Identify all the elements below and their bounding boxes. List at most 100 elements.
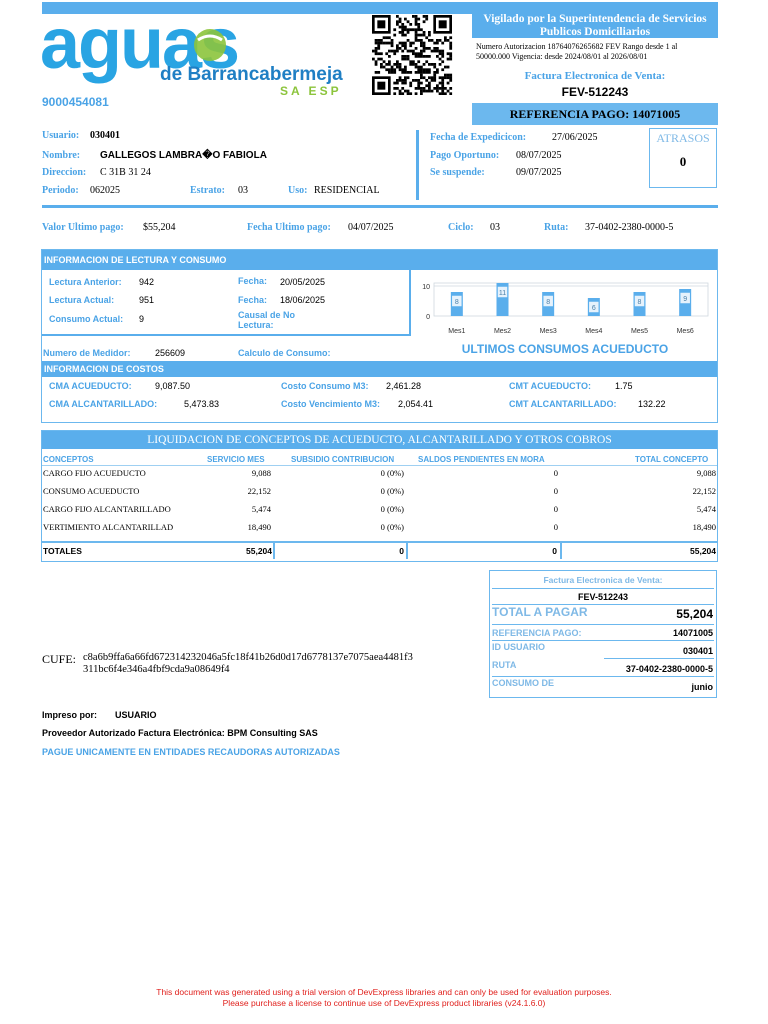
- direccion-label: Direccion:: [42, 167, 87, 178]
- dates-block: Fecha de Expedicicon: 27/06/2025 Pago Op…: [430, 130, 645, 190]
- table-cell: 0 (0%): [380, 486, 404, 496]
- authorization-text: Numero Autorizacion 18764076265682 FEV R…: [476, 42, 678, 61]
- chart-data-label: 8: [455, 299, 459, 306]
- id-value: 030401: [682, 646, 713, 656]
- consumo-de-label: CONSUMO DE: [492, 678, 555, 688]
- reference-text: REFERENCIA PAGO: 14071005: [509, 107, 681, 121]
- customer-info: Usuario: 030401 Nombre: GALLEGOS LAMBRA�…: [42, 130, 412, 204]
- qr-code: [367, 15, 457, 96]
- atrasos-box: ATRASOS 0: [649, 128, 717, 188]
- cma-alc-value: 5,473.83: [184, 399, 220, 409]
- chart-data-label: 11: [499, 290, 506, 297]
- calculo-label: Calculo de Consumo:: [238, 348, 331, 358]
- total-rule: [492, 624, 714, 625]
- estrato-value: 03: [238, 185, 248, 196]
- last-payment-row: Valor Ultimo pago: $55,204 Fecha Ultimo …: [42, 222, 718, 236]
- cufe-line2: 311bc6f4e346a4fbf9cda9a08649f4: [83, 664, 230, 675]
- reading-header-text: INFORMACION DE LECTURA Y CONSUMO: [44, 255, 227, 265]
- chart-xtick-label: Mes4: [585, 328, 602, 335]
- trial-notice-1: This document was generated using a tria…: [156, 987, 612, 997]
- col-conceptos: CONCEPTOS: [43, 455, 94, 464]
- table-cell: 5,474: [696, 504, 716, 514]
- cmt-acu-value: 1.75: [615, 381, 633, 391]
- ciclo-value: 03: [490, 222, 500, 233]
- chart-xtick-label: Mes1: [448, 328, 465, 335]
- costs-header: INFORMACION DE COSTOS: [42, 361, 717, 377]
- uso-value: RESIDENCIAL: [314, 185, 380, 196]
- supervision-box: Vigilado por la Superintendencia de Serv…: [472, 2, 718, 100]
- lectura-actual-value: 951: [139, 295, 155, 305]
- totals-subsidio: 0: [399, 546, 404, 556]
- ruta-value: 37-0402-2380-0000-5: [585, 222, 674, 233]
- estrato-label: Estrato:: [190, 185, 225, 196]
- table-row: CONSUMO ACUEDUCTO 22,152 0 (0%) 0 22,152: [42, 485, 717, 503]
- chart-data-label: 8: [638, 299, 642, 306]
- medidor-value: 256609: [155, 348, 186, 358]
- col-servicio: SERVICIO MES: [207, 455, 265, 464]
- col-subsidio: SUBSIDIO CONTRIBUCION: [291, 455, 395, 464]
- summary-invoice-rule: [492, 588, 714, 589]
- oportuno-value: 08/07/2025: [516, 150, 562, 161]
- direccion-value: C 31B 31 24: [100, 167, 151, 178]
- fecha2-label: Fecha:: [238, 295, 268, 305]
- table-cell: 0 (0%): [380, 522, 404, 532]
- total-label: TOTAL A PAGAR: [492, 605, 588, 619]
- liquidation-header: LIQUIDACION DE CONCEPTOS DE ACUEDUCTO, A…: [42, 431, 717, 449]
- id-label: ID USUARIO: [492, 642, 546, 652]
- chart-data-label: 9: [683, 296, 687, 303]
- atrasos-value: 0: [679, 154, 687, 169]
- table-cell: 0 (0%): [380, 468, 404, 478]
- chart-data-label: 8: [546, 299, 550, 306]
- ruta-rule: [492, 676, 714, 677]
- chart-frame: [433, 282, 709, 317]
- ref-rule: [492, 640, 714, 641]
- table-cell: CONSUMO ACUEDUCTO: [43, 486, 140, 496]
- totals-total: 55,204: [690, 546, 716, 556]
- cmt-acu-label: CMT ACUEDUCTO:: [509, 381, 591, 391]
- usuario-label: Usuario:: [42, 130, 80, 141]
- col-total: TOTAL CONCEPTO: [635, 455, 709, 464]
- table-cell: 5,474: [251, 504, 271, 514]
- chart-xtick-label: Mes2: [494, 328, 511, 335]
- usuario-value: 030401: [90, 130, 120, 141]
- cma-acu-value: 9,087.50: [155, 381, 191, 391]
- table-cell: 0 (0%): [380, 504, 404, 514]
- reading-chart-divider: [409, 270, 411, 336]
- totals-label: TOTALES: [43, 546, 82, 556]
- table-cell: 0: [553, 468, 558, 478]
- cma-acu-label: CMA ACUEDUCTO:: [49, 381, 132, 391]
- total-value: 55,204: [676, 607, 713, 621]
- suspende-value: 09/07/2025: [516, 167, 562, 178]
- ruta-summary-label: RUTA: [492, 660, 517, 670]
- costo-m3-label: Costo Consumo M3:: [281, 381, 369, 391]
- costs-header-text: INFORMACION DE COSTOS: [44, 364, 164, 374]
- divider-vertical: [416, 130, 419, 200]
- cma-alc-label: CMA ALCANTARILLADO:: [49, 399, 158, 409]
- table-cell: CARGO FIJO ALCANTARILLADO: [43, 504, 171, 514]
- atrasos-label: ATRASOS: [656, 131, 710, 145]
- cufe-line1: c8a6b9ffa6a66fd672314232046a5fc18f41b26d…: [83, 652, 413, 663]
- table-row: VERTIMIENTO ALCANTARILLAD 18,490 0 (0%) 0 18…: [42, 521, 717, 539]
- summary-invoice-number: FEV-512243: [577, 592, 629, 602]
- ref-label: REFERENCIA PAGO:: [492, 628, 582, 638]
- fecha-ultimo-label: Fecha Ultimo pago:: [247, 222, 331, 233]
- logo-subtitle-2: SA ESP: [280, 84, 342, 98]
- table-cell: 0: [553, 522, 558, 532]
- liquidation-col-rule: [42, 465, 717, 466]
- lectura-anterior-value: 942: [139, 277, 155, 287]
- separator-line: [42, 205, 718, 208]
- impreso-value: USUARIO: [115, 710, 157, 720]
- causal-label: Causal de No Lectura:: [238, 310, 296, 330]
- consumo-de-value: junio: [691, 682, 714, 692]
- costo-venc-label: Costo Vencimiento M3:: [281, 399, 381, 409]
- table-cell: 22,152: [692, 486, 716, 496]
- pague-text: PAGUE UNICAMENTE EN ENTIDADES RECAUDORAS…: [42, 747, 340, 757]
- chart-xtick-label: Mes6: [677, 328, 694, 335]
- consumo-actual-label: Consumo Actual:: [49, 314, 124, 324]
- medidor-label: Numero de Medidor:: [43, 348, 131, 358]
- chart-ytick-label: 0: [426, 314, 430, 321]
- chart-data-label: 6: [592, 305, 596, 312]
- company-nit: 9000454081: [42, 95, 109, 109]
- totals-saldos: 0: [552, 546, 557, 556]
- reading-header: INFORMACION DE LECTURA Y CONSUMO: [42, 250, 717, 270]
